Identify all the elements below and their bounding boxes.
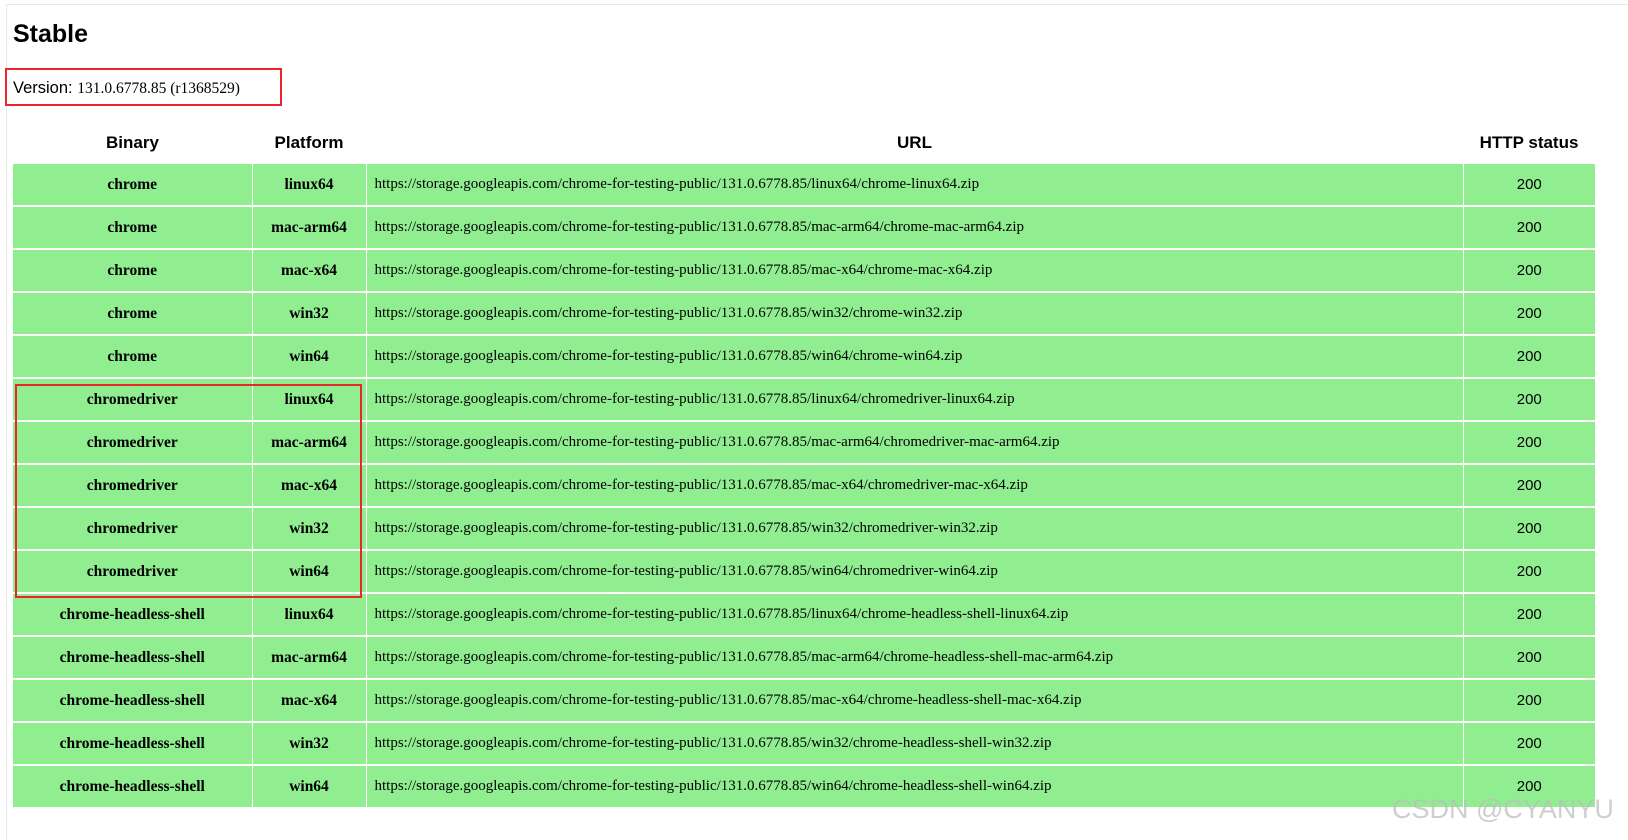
download-link[interactable]: https://storage.googleapis.com/chrome-fo… <box>375 219 1025 235</box>
platform-cell: linux64 <box>252 592 367 636</box>
platform-cell: win64 <box>252 764 367 807</box>
download-link[interactable]: https://storage.googleapis.com/chrome-fo… <box>375 778 1052 794</box>
status-cell: 200 <box>1463 549 1595 593</box>
watermark: CSDN @CYANYU <box>1392 794 1614 824</box>
url-cell: https://storage.googleapis.com/chrome-fo… <box>366 506 1464 550</box>
status-cell: 200 <box>1463 334 1595 378</box>
table-row: chrome win64 https://storage.googleapis.… <box>13 334 1595 378</box>
binary-cell: chrome <box>13 248 253 292</box>
url-cell: https://storage.googleapis.com/chrome-fo… <box>366 463 1464 507</box>
table-row: chrome linux64 https://storage.googleapi… <box>13 162 1595 206</box>
binary-cell: chrome-headless-shell <box>13 764 253 807</box>
platform-cell: mac-arm64 <box>252 205 367 249</box>
status-cell: 200 <box>1463 721 1595 765</box>
table-header-row: Binary Platform URL HTTP status <box>13 123 1595 163</box>
table-row: chrome-headless-shell linux64 https://st… <box>13 592 1595 636</box>
table-row: chrome win32 https://storage.googleapis.… <box>13 291 1595 335</box>
url-cell: https://storage.googleapis.com/chrome-fo… <box>366 377 1464 421</box>
download-link[interactable]: https://storage.googleapis.com/chrome-fo… <box>375 520 998 536</box>
status-cell: 200 <box>1463 205 1595 249</box>
platform-cell: win32 <box>252 721 367 765</box>
table-row: chrome-headless-shell win32 https://stor… <box>13 721 1595 765</box>
download-link[interactable]: https://storage.googleapis.com/chrome-fo… <box>375 391 1015 407</box>
status-cell: 200 <box>1463 162 1595 206</box>
download-link[interactable]: https://storage.googleapis.com/chrome-fo… <box>375 176 980 192</box>
table-row: chrome-headless-shell win64 https://stor… <box>13 764 1595 807</box>
download-link[interactable]: https://storage.googleapis.com/chrome-fo… <box>375 305 963 321</box>
binary-cell: chrome <box>13 334 253 378</box>
platform-cell: mac-arm64 <box>252 635 367 679</box>
url-cell: https://storage.googleapis.com/chrome-fo… <box>366 420 1464 464</box>
table-row: chrome-headless-shell mac-arm64 https://… <box>13 635 1595 679</box>
header-platform: Platform <box>252 123 366 163</box>
chromedriver-highlight-box <box>15 384 362 598</box>
download-link[interactable]: https://storage.googleapis.com/chrome-fo… <box>375 262 993 278</box>
table-row: chrome mac-x64 https://storage.googleapi… <box>13 248 1595 292</box>
status-cell: 200 <box>1463 420 1595 464</box>
binary-cell: chrome <box>13 205 253 249</box>
url-cell: https://storage.googleapis.com/chrome-fo… <box>366 291 1464 335</box>
header-http-status: HTTP status <box>1463 123 1595 163</box>
url-cell: https://storage.googleapis.com/chrome-fo… <box>366 721 1464 765</box>
url-cell: https://storage.googleapis.com/chrome-fo… <box>366 549 1464 593</box>
binary-cell: chrome-headless-shell <box>13 678 253 722</box>
page-title: Stable <box>13 20 89 48</box>
binary-cell: chrome-headless-shell <box>13 721 253 765</box>
platform-cell: mac-x64 <box>252 248 367 292</box>
download-link[interactable]: https://storage.googleapis.com/chrome-fo… <box>375 735 1052 751</box>
status-cell: 200 <box>1463 635 1595 679</box>
platform-cell: linux64 <box>252 162 367 206</box>
status-cell: 200 <box>1463 506 1595 550</box>
binary-cell: chrome-headless-shell <box>13 635 253 679</box>
download-link[interactable]: https://storage.googleapis.com/chrome-fo… <box>375 434 1060 450</box>
download-link[interactable]: https://storage.googleapis.com/chrome-fo… <box>375 649 1114 665</box>
binary-cell: chrome <box>13 162 253 206</box>
url-cell: https://storage.googleapis.com/chrome-fo… <box>366 162 1464 206</box>
platform-cell: win64 <box>252 334 367 378</box>
url-cell: https://storage.googleapis.com/chrome-fo… <box>366 764 1464 807</box>
status-cell: 200 <box>1463 463 1595 507</box>
download-link[interactable]: https://storage.googleapis.com/chrome-fo… <box>375 477 1028 493</box>
url-cell: https://storage.googleapis.com/chrome-fo… <box>366 205 1464 249</box>
url-cell: https://storage.googleapis.com/chrome-fo… <box>366 592 1464 636</box>
download-link[interactable]: https://storage.googleapis.com/chrome-fo… <box>375 348 963 364</box>
status-cell: 200 <box>1463 592 1595 636</box>
download-link[interactable]: https://storage.googleapis.com/chrome-fo… <box>375 563 998 579</box>
download-link[interactable]: https://storage.googleapis.com/chrome-fo… <box>375 692 1082 708</box>
platform-cell: mac-x64 <box>252 678 367 722</box>
binary-cell: chrome-headless-shell <box>13 592 253 636</box>
version-highlight-box <box>5 68 282 106</box>
header-binary: Binary <box>13 123 252 163</box>
status-cell: 200 <box>1463 291 1595 335</box>
platform-cell: win32 <box>252 291 367 335</box>
status-cell: 200 <box>1463 678 1595 722</box>
status-cell: 200 <box>1463 377 1595 421</box>
header-url: URL <box>366 123 1463 163</box>
url-cell: https://storage.googleapis.com/chrome-fo… <box>366 678 1464 722</box>
url-cell: https://storage.googleapis.com/chrome-fo… <box>366 248 1464 292</box>
table-row: chrome-headless-shell mac-x64 https://st… <box>13 678 1595 722</box>
url-cell: https://storage.googleapis.com/chrome-fo… <box>366 334 1464 378</box>
table-row: chrome mac-arm64 https://storage.googlea… <box>13 205 1595 249</box>
status-cell: 200 <box>1463 248 1595 292</box>
url-cell: https://storage.googleapis.com/chrome-fo… <box>366 635 1464 679</box>
download-link[interactable]: https://storage.googleapis.com/chrome-fo… <box>375 606 1069 622</box>
binary-cell: chrome <box>13 291 253 335</box>
